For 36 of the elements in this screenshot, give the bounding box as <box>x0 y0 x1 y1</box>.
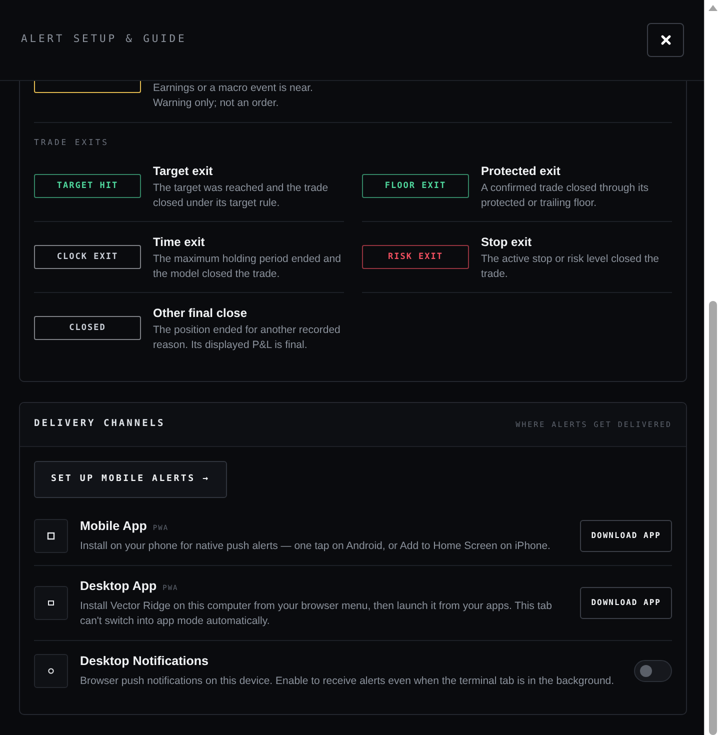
close-icon <box>660 35 670 45</box>
scrollbar-thumb[interactable] <box>708 301 716 735</box>
square-icon <box>45 530 57 542</box>
scroll-up-icon[interactable] <box>708 4 718 12</box>
close-button[interactable] <box>647 23 684 57</box>
status-tag: CLOCK EXIT <box>34 245 141 269</box>
scrollbar[interactable] <box>704 0 720 735</box>
exit-title: Target exit <box>153 163 214 180</box>
description-line: Warning only; not an order. <box>153 96 280 111</box>
download-button[interactable]: DOWNLOAD APP <box>580 587 672 619</box>
setup-alerts-button[interactable]: SET UP MOBILE ALERTS → <box>34 461 227 498</box>
exit-description: The maximum holding period ended and the model closed the trade. <box>153 252 342 282</box>
exit-title: Stop exit <box>481 234 533 251</box>
status-tag: CLOSED <box>34 316 141 340</box>
exit-description: The active stop or risk level closed the trade. <box>481 252 660 282</box>
section-label: TRADE EXITS <box>34 137 110 149</box>
download-button[interactable]: DOWNLOAD APP <box>580 520 672 552</box>
channel-title: Mobile App <box>80 518 147 535</box>
exit-title: Protected exit <box>481 163 562 180</box>
status-tag: RISK EXIT <box>362 245 469 269</box>
channel-description: Install Vector Ridge on this computer from your browser menu, then launch it from your apps. This tab can't switch into app mode automatically. <box>80 599 553 629</box>
exit-title: Other final close <box>153 305 248 322</box>
channel-description: Install on your phone for native push alerts — one tap on Android, or Add to Home Screen on iPhone. <box>80 539 552 554</box>
modal-title: ALERT SETUP & GUIDE <box>21 32 187 48</box>
channel-title: Desktop Notifications <box>80 653 208 670</box>
toggle-switch[interactable] <box>634 660 672 682</box>
exit-title: Time exit <box>153 234 206 251</box>
channel-description: Browser push notifications on this device. Enable to receive alerts even when the terminal tab is in the background. <box>80 674 616 689</box>
exit-description: The target was reached and the trade closed under its target rule. <box>153 181 330 211</box>
status-tag: FLOOR EXIT <box>362 174 469 198</box>
status-tag: TARGET HIT <box>34 174 141 198</box>
exit-description: The position ended for another recorded reason. Its displayed P&L is final. <box>153 323 342 353</box>
channel-title: Desktop App <box>80 578 157 595</box>
exit-description: A confirmed trade closed through its protected or trailing floor. <box>481 181 650 211</box>
description-line: Earnings or a macro event is near. <box>153 81 313 96</box>
section-title: DELIVERY CHANNELS <box>34 417 166 432</box>
